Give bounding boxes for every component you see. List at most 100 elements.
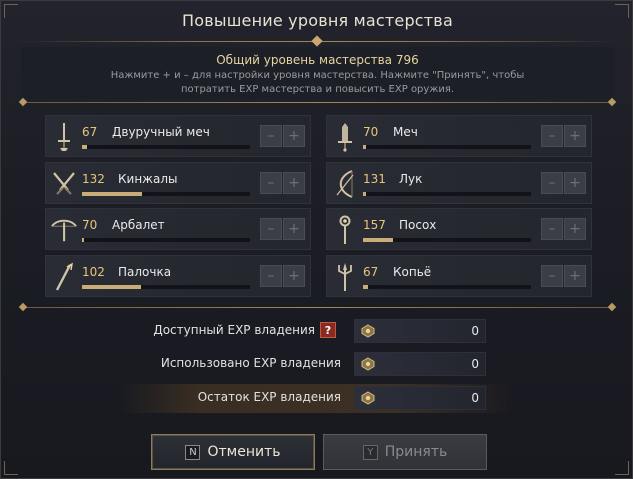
weapon-mastery-card: 70 Меч – +: [326, 115, 592, 157]
weapon-name: Палочка: [118, 265, 172, 279]
weapon-name: Двуручный меч: [112, 125, 210, 139]
weapon-name: Посох: [399, 218, 437, 232]
decrease-button[interactable]: –: [541, 265, 563, 287]
title-ornament: [311, 35, 323, 47]
accept-button-label: Принять: [384, 444, 448, 460]
weapon-progress-bar: [82, 145, 250, 149]
weapon-mastery-card: 157 Посох – +: [326, 208, 592, 250]
weapon-progress-bar: [82, 238, 250, 242]
exp-remaining-value: 0: [471, 391, 479, 405]
total-mastery-level: Общий уровень мастерства 796: [216, 53, 419, 67]
weapon-progress-fill: [82, 145, 88, 149]
sword-icon: [331, 120, 359, 154]
divider-ornament: [607, 302, 617, 312]
decrease-button[interactable]: –: [260, 172, 282, 194]
decrease-button[interactable]: –: [541, 218, 563, 240]
weapon-progress-bar: [82, 192, 250, 196]
weapon-level: 131: [363, 172, 386, 186]
weapon-progress-fill: [82, 285, 141, 289]
weapon-progress-bar: [363, 145, 531, 149]
accept-button[interactable]: Y Принять: [323, 434, 487, 470]
keybind-y: Y: [362, 444, 378, 460]
frame-corner: [4, 461, 18, 475]
frame-corner: [615, 461, 629, 475]
help-icon[interactable]: ?: [320, 322, 336, 338]
weapon-progress-bar: [363, 285, 531, 289]
weapon-level: 102: [82, 265, 105, 279]
exp-used-field: 0: [354, 352, 486, 376]
weapon-name: Меч: [393, 125, 418, 139]
exp-coin-icon: [361, 324, 375, 338]
cancel-button[interactable]: N Отменить: [151, 434, 315, 470]
weapon-progress-bar: [363, 238, 531, 242]
weapon-progress-fill: [82, 238, 85, 242]
dialog-title: Повышение уровня мастерства: [182, 11, 453, 30]
weapon-progress-fill: [363, 285, 369, 289]
daggers-icon: [50, 167, 78, 201]
weapon-name: Кинжалы: [118, 172, 178, 186]
increase-button[interactable]: +: [283, 172, 305, 194]
exp-available-value: 0: [471, 324, 479, 338]
increase-button[interactable]: +: [283, 265, 305, 287]
weapon-progress-bar: [82, 285, 250, 289]
keybind-n: N: [185, 444, 201, 460]
exp-remaining-field: 0: [354, 386, 486, 410]
section-divider: [21, 307, 614, 308]
weapon-level: 70: [363, 125, 379, 139]
exp-remaining-row: Остаток EXP владения 0: [121, 384, 513, 413]
decrease-button[interactable]: –: [260, 265, 282, 287]
exp-used-value: 0: [471, 357, 479, 371]
exp-coin-icon: [361, 391, 375, 405]
divider-ornament: [607, 97, 617, 107]
increase-button[interactable]: +: [283, 218, 305, 240]
increase-button[interactable]: +: [564, 172, 586, 194]
staff-icon: [331, 213, 359, 247]
exp-available-field: 0: [354, 319, 486, 343]
increase-button[interactable]: +: [283, 125, 305, 147]
weapon-level: 70: [82, 218, 98, 232]
weapon-name: Лук: [399, 172, 423, 186]
crossbow-icon: [50, 213, 78, 247]
weapon-name: Копьё: [393, 265, 432, 279]
divider-ornament: [18, 97, 28, 107]
weapon-mastery-card: 67 Копьё – +: [326, 255, 592, 297]
mastery-dialog: Повышение уровня мастерства Общий уровен…: [0, 0, 633, 479]
spear-icon: [331, 260, 359, 294]
exp-available-label: Доступный EXP владения: [153, 323, 315, 337]
increase-button[interactable]: +: [564, 218, 586, 240]
decrease-button[interactable]: –: [541, 172, 563, 194]
decrease-button[interactable]: –: [260, 125, 282, 147]
weapon-mastery-card: 132 Кинжалы – +: [45, 162, 311, 204]
greatsword-icon: [50, 120, 78, 154]
weapon-progress-fill: [82, 192, 143, 196]
exp-used-label: Использовано EXP владения: [160, 356, 341, 370]
mastery-summary: Общий уровень мастерства 796 Нажмите + и…: [21, 47, 614, 99]
weapon-progress-fill: [363, 238, 394, 242]
instruction-line-2: потратить EXP мастерства и повысить EXP …: [180, 84, 455, 95]
weapon-mastery-card: 67 Двуручный меч – +: [45, 115, 311, 157]
instruction-line-1: Нажмите + и – для настройки уровня масте…: [110, 70, 525, 81]
exp-used-row: Использовано EXP владения 0: [141, 350, 493, 379]
cancel-button-label: Отменить: [207, 444, 281, 460]
decrease-button[interactable]: –: [541, 125, 563, 147]
increase-button[interactable]: +: [564, 265, 586, 287]
instruction-text: Нажмите + и – для настройки уровня масте…: [101, 69, 534, 97]
weapon-mastery-card: 102 Палочка – +: [45, 255, 311, 297]
exp-coin-icon: [361, 357, 375, 371]
weapon-progress-bar: [363, 192, 531, 196]
weapon-progress-fill: [363, 145, 367, 149]
wand-icon: [50, 260, 78, 294]
bow-icon: [331, 167, 359, 201]
decrease-button[interactable]: –: [260, 218, 282, 240]
exp-remaining-label: Остаток EXP владения: [197, 390, 341, 404]
weapon-level: 67: [363, 265, 379, 279]
weapon-level: 67: [82, 125, 98, 139]
increase-button[interactable]: +: [564, 125, 586, 147]
divider-ornament: [18, 302, 28, 312]
weapon-level: 132: [82, 172, 105, 186]
section-divider: [21, 102, 614, 103]
weapon-progress-fill: [363, 192, 367, 196]
weapon-name: Арбалет: [112, 218, 165, 232]
weapon-mastery-card: 131 Лук – +: [326, 162, 592, 204]
weapon-level: 157: [363, 218, 386, 232]
